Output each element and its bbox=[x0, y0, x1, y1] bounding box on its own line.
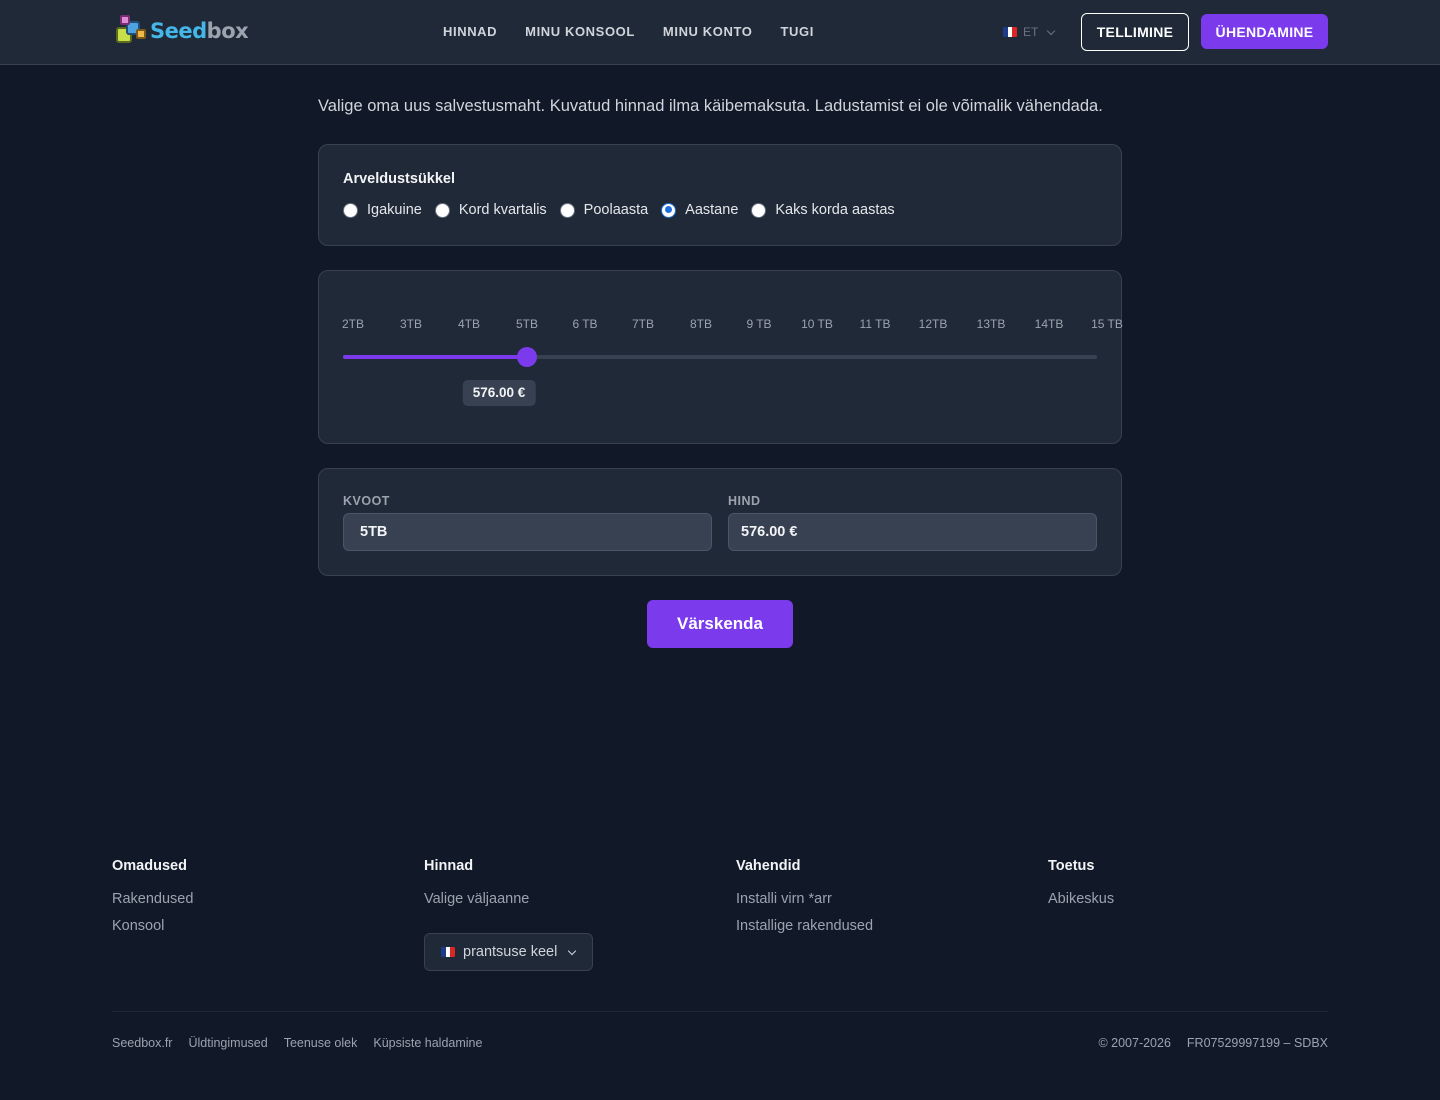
quota-field[interactable] bbox=[343, 513, 712, 551]
footer-legal: © 2007-2026 FR07529997199 – SDBX bbox=[1098, 1036, 1328, 1050]
footer-link-console[interactable]: Konsool bbox=[112, 918, 193, 934]
billing-option-quarterly[interactable]: Kord kvartalis bbox=[434, 202, 547, 218]
radio-button-selected[interactable] bbox=[661, 202, 677, 218]
radio-button[interactable] bbox=[434, 202, 450, 218]
logo-cubes-icon bbox=[114, 15, 148, 47]
footer-heading: Hinnad bbox=[424, 858, 474, 874]
storage-slider-track[interactable] bbox=[343, 347, 1097, 367]
billing-option-biannual[interactable]: Kaks korda aastas bbox=[751, 202, 895, 218]
french-flag-icon bbox=[441, 947, 455, 957]
billing-cycle-title: Arveldustsükkel bbox=[343, 171, 456, 187]
footer-column-tools: Vahendid Installi virn *arr Installige r… bbox=[736, 858, 873, 945]
update-button[interactable]: Värskenda bbox=[647, 600, 793, 648]
footer-link-install-arr-stack[interactable]: Installi virn *arr bbox=[736, 891, 873, 907]
nav-link-my-console[interactable]: MINU KONSOOL bbox=[525, 24, 635, 39]
storage-slider-fill bbox=[343, 355, 527, 359]
summary-card: KVOOT HIND bbox=[318, 468, 1122, 576]
price-label: HIND bbox=[728, 494, 761, 508]
slider-tick-label: 7TB bbox=[631, 317, 655, 331]
footer-heading: Toetus bbox=[1048, 858, 1095, 874]
nav-link-pricing[interactable]: HINNAD bbox=[443, 24, 497, 39]
storage-slider-thumb[interactable] bbox=[517, 347, 537, 367]
footer-bottom-links: Seedbox.fr Üldtingimused Teenuse olek Kü… bbox=[112, 1036, 482, 1050]
slider-tick-label: 9 TB bbox=[746, 317, 772, 331]
language-select-value: prantsuse keel bbox=[463, 944, 558, 960]
nav-link-my-account[interactable]: MINU KONTO bbox=[663, 24, 753, 39]
slider-tick-labels: 2TB 3TB 4TB 5TB 6 TB 7TB 8TB 9 TB 10 TB 11 TB 12TB… bbox=[319, 317, 1139, 333]
language-code: ET bbox=[1023, 25, 1039, 39]
connect-button[interactable]: ÜHENDAMINE bbox=[1201, 14, 1328, 49]
footer-column-support: Toetus Abikeskus bbox=[1048, 858, 1114, 918]
slider-tick-label: 3TB bbox=[399, 317, 423, 331]
footer-link-install-apps[interactable]: Installige rakendused bbox=[736, 918, 873, 934]
billing-option-annual[interactable]: Aastane bbox=[661, 202, 738, 218]
footer-link-apps[interactable]: Rakendused bbox=[112, 891, 193, 907]
slider-tick-label: 11 TB bbox=[859, 317, 891, 331]
footer-link-terms[interactable]: Üldtingimused bbox=[188, 1036, 267, 1050]
copyright-text: © 2007-2026 bbox=[1098, 1036, 1171, 1050]
nav-link-support[interactable]: TUGI bbox=[780, 24, 813, 39]
footer-divider bbox=[112, 1011, 1328, 1012]
top-navbar: Seedbox HINNAD MINU KONSOOL MINU KONTO T… bbox=[0, 0, 1440, 65]
french-flag-icon bbox=[1003, 27, 1017, 37]
slider-tick-label: 12TB bbox=[918, 317, 948, 331]
billing-option-semiannual[interactable]: Poolaasta bbox=[559, 202, 648, 218]
quota-label: KVOOT bbox=[343, 494, 390, 508]
intro-text: Valige oma uus salvestusmaht. Kuvatud hi… bbox=[318, 97, 1103, 115]
slider-tick-label: 15 TB bbox=[1091, 317, 1123, 331]
footer-link-cookie-settings[interactable]: Küpsiste haldamine bbox=[373, 1036, 482, 1050]
slider-tick-label: 6 TB bbox=[572, 317, 598, 331]
footer-link-help-center[interactable]: Abikeskus bbox=[1048, 891, 1114, 907]
billing-cycle-options: Igakuine Kord kvartalis Poolaasta Aastan… bbox=[343, 202, 908, 218]
slider-tick-label: 10 TB bbox=[801, 317, 833, 331]
slider-tick-label: 2TB bbox=[341, 317, 365, 331]
footer-link-seedbox-fr[interactable]: Seedbox.fr bbox=[112, 1036, 172, 1050]
radio-button[interactable] bbox=[751, 202, 767, 218]
storage-slider-card: 2TB 3TB 4TB 5TB 6 TB 7TB 8TB 9 TB 10 TB 11 TB 12TB… bbox=[318, 270, 1123, 444]
radio-button[interactable] bbox=[559, 202, 575, 218]
footer-heading: Vahendid bbox=[736, 858, 801, 874]
slider-tick-label: 8TB bbox=[689, 317, 713, 331]
slider-tick-label: 5TB bbox=[515, 317, 539, 331]
slider-tick-label: 4TB bbox=[457, 317, 481, 331]
footer-column-features: Omadused Rakendused Konsool bbox=[112, 858, 193, 945]
company-id-text: FR07529997199 – SDBX bbox=[1186, 1036, 1328, 1050]
footer-link-service-status[interactable]: Teenuse olek bbox=[284, 1036, 358, 1050]
radio-button[interactable] bbox=[343, 202, 358, 218]
seedbox-logo[interactable]: Seedbox bbox=[114, 15, 249, 47]
footer-language-select[interactable]: prantsuse keel bbox=[424, 933, 593, 971]
slider-tick-label: 13TB bbox=[976, 317, 1006, 331]
logo-wordmark: Seedbox bbox=[150, 19, 249, 43]
price-field[interactable] bbox=[728, 513, 1097, 551]
language-switcher[interactable]: ET bbox=[1003, 25, 1056, 39]
chevron-down-icon bbox=[568, 946, 577, 955]
billing-option-monthly[interactable]: Igakuine bbox=[343, 202, 422, 218]
billing-cycle-card: Arveldustsükkel Igakuine Kord kvartalis … bbox=[318, 144, 1122, 246]
footer-column-pricing: Hinnad Valige väljaanne bbox=[424, 858, 529, 918]
order-button[interactable]: TELLIMINE bbox=[1081, 13, 1189, 51]
slider-tick-label: 14TB bbox=[1034, 317, 1064, 331]
chevron-down-icon bbox=[1047, 26, 1056, 35]
main-nav: HINNAD MINU KONSOOL MINU KONTO TUGI bbox=[443, 24, 814, 39]
price-bubble: 576.00 € bbox=[462, 380, 536, 406]
footer-heading: Omadused bbox=[112, 858, 187, 874]
footer-link-choose-edition[interactable]: Valige väljaanne bbox=[424, 891, 529, 907]
